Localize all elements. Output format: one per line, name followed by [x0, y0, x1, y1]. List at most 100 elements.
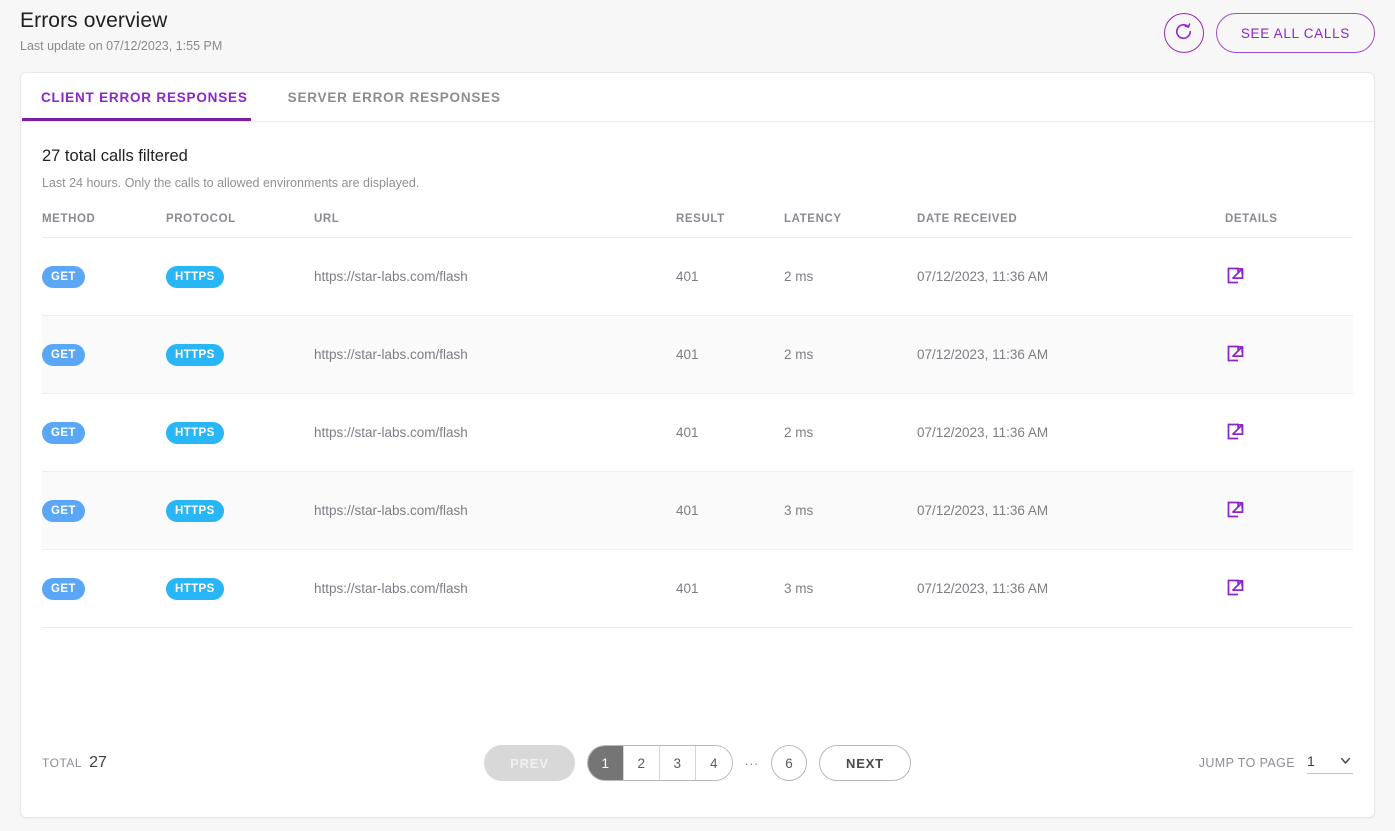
cell-details: [1225, 238, 1353, 316]
page-button-4[interactable]: 4: [696, 746, 732, 780]
page-button-1[interactable]: 1: [588, 746, 624, 780]
cell-latency: 2 ms: [784, 238, 917, 316]
table-row[interactable]: GET HTTPS https://star-labs.com/flash 40…: [42, 394, 1353, 472]
calls-table: METHOD PROTOCOL URL RESULT LATENCY DATE …: [42, 213, 1353, 628]
cell-date: 07/12/2023, 11:36 AM: [917, 472, 1225, 550]
last-update-text: Last update on 07/12/2023, 1:55 PM: [20, 38, 222, 54]
page-number-group: 1 2 3 4: [587, 745, 733, 781]
page-button-last[interactable]: 6: [771, 745, 807, 781]
tab-bar: CLIENT ERROR RESPONSES SERVER ERROR RESP…: [21, 73, 1374, 122]
cell-method: GET: [42, 394, 166, 472]
total-label: TOTAL: [42, 756, 82, 770]
cell-url: https://star-labs.com/flash: [314, 316, 676, 394]
protocol-badge: HTTPS: [166, 578, 224, 600]
cell-url: https://star-labs.com/flash: [314, 394, 676, 472]
cell-protocol: HTTPS: [166, 550, 314, 628]
protocol-badge: HTTPS: [166, 422, 224, 444]
header-titles: Errors overview Last update on 07/12/202…: [20, 0, 222, 54]
external-link-icon: [1225, 343, 1246, 367]
column-header-method: METHOD: [42, 213, 166, 238]
method-badge: GET: [42, 344, 85, 366]
method-badge: GET: [42, 266, 85, 288]
next-page-button[interactable]: NEXT: [819, 745, 911, 781]
table-row[interactable]: GET HTTPS https://star-labs.com/flash 40…: [42, 550, 1353, 628]
cell-url: https://star-labs.com/flash: [314, 238, 676, 316]
pagination: PREV 1 2 3 4 ... 6 NEXT: [422, 745, 973, 781]
pagination-ellipsis: ...: [745, 753, 759, 774]
external-link-icon: [1225, 499, 1246, 523]
table-body: GET HTTPS https://star-labs.com/flash 40…: [42, 238, 1353, 628]
method-badge: GET: [42, 578, 85, 600]
cell-date: 07/12/2023, 11:36 AM: [917, 394, 1225, 472]
cell-latency: 2 ms: [784, 394, 917, 472]
protocol-badge: HTTPS: [166, 344, 224, 366]
cell-result: 401: [676, 394, 784, 472]
page-button-2[interactable]: 2: [624, 746, 660, 780]
jump-to-page-label: JUMP TO PAGE: [1199, 756, 1295, 770]
cell-details: [1225, 316, 1353, 394]
cell-protocol: HTTPS: [166, 238, 314, 316]
column-header-details: DETAILS: [1225, 213, 1353, 238]
errors-card: CLIENT ERROR RESPONSES SERVER ERROR RESP…: [20, 72, 1375, 818]
column-header-url: URL: [314, 213, 676, 238]
prev-page-button[interactable]: PREV: [484, 745, 575, 781]
page-button-3[interactable]: 3: [660, 746, 696, 780]
cell-details: [1225, 472, 1353, 550]
cell-result: 401: [676, 316, 784, 394]
page-title: Errors overview: [20, 8, 222, 34]
table-row[interactable]: GET HTTPS https://star-labs.com/flash 40…: [42, 472, 1353, 550]
total-value: 27: [89, 754, 107, 772]
cell-method: GET: [42, 238, 166, 316]
cell-result: 401: [676, 550, 784, 628]
see-all-calls-button[interactable]: SEE ALL CALLS: [1216, 13, 1375, 53]
chevron-down-icon: [1338, 753, 1353, 768]
cell-protocol: HTTPS: [166, 472, 314, 550]
column-header-result: RESULT: [676, 213, 784, 238]
header-actions: SEE ALL CALLS: [1164, 0, 1375, 53]
cell-details: [1225, 550, 1353, 628]
cell-date: 07/12/2023, 11:36 AM: [917, 316, 1225, 394]
filtered-calls-title: 27 total calls filtered: [42, 145, 1353, 167]
cell-result: 401: [676, 238, 784, 316]
details-button[interactable]: [1225, 499, 1246, 523]
cell-protocol: HTTPS: [166, 316, 314, 394]
cell-latency: 3 ms: [784, 550, 917, 628]
protocol-badge: HTTPS: [166, 266, 224, 288]
details-button[interactable]: [1225, 577, 1246, 601]
method-badge: GET: [42, 500, 85, 522]
jump-to-page-value: 1: [1307, 753, 1338, 769]
table-row[interactable]: GET HTTPS https://star-labs.com/flash 40…: [42, 238, 1353, 316]
table-header-row: METHOD PROTOCOL URL RESULT LATENCY DATE …: [42, 213, 1353, 238]
column-header-latency: LATENCY: [784, 213, 917, 238]
column-header-protocol: PROTOCOL: [166, 213, 314, 238]
details-button[interactable]: [1225, 265, 1246, 289]
cell-method: GET: [42, 550, 166, 628]
column-header-date: DATE RECEIVED: [917, 213, 1225, 238]
details-button[interactable]: [1225, 421, 1246, 445]
external-link-icon: [1225, 265, 1246, 289]
refresh-button[interactable]: [1164, 13, 1204, 53]
cell-date: 07/12/2023, 11:36 AM: [917, 238, 1225, 316]
table-row[interactable]: GET HTTPS https://star-labs.com/flash 40…: [42, 316, 1353, 394]
total-block: TOTAL 27: [42, 754, 422, 772]
refresh-icon: [1174, 22, 1193, 44]
external-link-icon: [1225, 577, 1246, 601]
cell-protocol: HTTPS: [166, 394, 314, 472]
tab-server-error-responses[interactable]: SERVER ERROR RESPONSES: [268, 73, 521, 122]
cell-details: [1225, 394, 1353, 472]
cell-url: https://star-labs.com/flash: [314, 550, 676, 628]
jump-to-page-select[interactable]: 1: [1307, 753, 1353, 774]
method-badge: GET: [42, 422, 85, 444]
cell-latency: 2 ms: [784, 316, 917, 394]
cell-url: https://star-labs.com/flash: [314, 472, 676, 550]
jump-to-page-block: JUMP TO PAGE 1: [973, 753, 1353, 774]
cell-latency: 3 ms: [784, 472, 917, 550]
page-header: Errors overview Last update on 07/12/202…: [0, 0, 1395, 68]
details-button[interactable]: [1225, 343, 1246, 367]
cell-date: 07/12/2023, 11:36 AM: [917, 550, 1225, 628]
tab-client-error-responses[interactable]: CLIENT ERROR RESPONSES: [21, 73, 268, 122]
filtered-calls-subtitle: Last 24 hours. Only the calls to allowed…: [42, 175, 1353, 191]
cell-result: 401: [676, 472, 784, 550]
cell-method: GET: [42, 316, 166, 394]
active-tab-indicator: [22, 118, 251, 121]
